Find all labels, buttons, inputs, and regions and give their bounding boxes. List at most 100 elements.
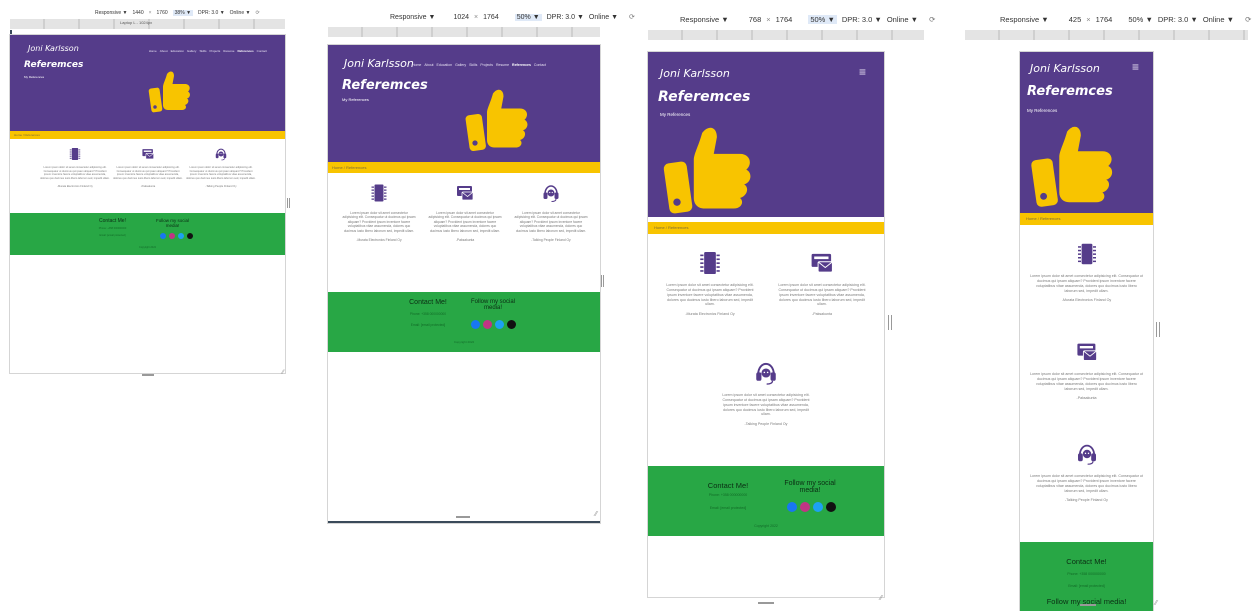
nav-education[interactable]: Education [171, 49, 184, 53]
nav-contact[interactable]: Contact [534, 63, 546, 67]
site-brand[interactable]: Joni Karlsson [344, 57, 414, 70]
facebook-icon[interactable] [787, 502, 797, 512]
chip-icon [697, 250, 723, 276]
github-icon[interactable] [187, 233, 193, 239]
viewport-frame: Joni Karlsson ≡ Referemces My References… [648, 52, 884, 597]
site-brand[interactable]: Joni Karlsson [660, 67, 730, 80]
page-title: Referemces [658, 89, 751, 105]
network-select[interactable]: Online ▼ [230, 10, 251, 16]
reference-card: Lorem ipsum dolor sit amet consectetur a… [720, 360, 812, 426]
nav-projects[interactable]: Projects [480, 63, 493, 67]
reference-text: Lorem ipsum dolor sit amet consectetur a… [514, 211, 588, 233]
bottom-resize-handle[interactable] [758, 602, 774, 604]
bottom-resize-handle[interactable] [142, 374, 154, 376]
twitter-icon[interactable] [178, 233, 184, 239]
width-input[interactable]: 425 [1069, 15, 1082, 24]
dpr-select[interactable]: DPR: 3.0 ▼ [842, 15, 882, 24]
width-input[interactable]: 768 [749, 15, 762, 24]
github-icon[interactable] [826, 502, 836, 512]
resize-corner-icon[interactable]: ⁄⁄ [880, 595, 882, 602]
nav-education[interactable]: Education [437, 63, 453, 67]
resize-corner-icon[interactable]: ⁄⁄ [282, 370, 284, 376]
github-icon[interactable] [507, 320, 516, 329]
facebook-icon[interactable] [160, 233, 166, 239]
media-query-bar[interactable] [328, 27, 600, 37]
nav-home[interactable]: Home [412, 63, 421, 67]
instagram-icon[interactable] [483, 320, 492, 329]
hamburger-menu-icon[interactable]: ≡ [1132, 60, 1139, 74]
reference-name: -Talking People Finland Oy [744, 422, 788, 427]
reference-text: Lorem ipsum dolor sit amet consectetur a… [113, 166, 183, 180]
height-input[interactable]: 1760 [157, 10, 168, 16]
hamburger-menu-icon[interactable]: ≡ [859, 65, 866, 79]
page-subtitle: My References [24, 75, 45, 79]
rotate-icon[interactable]: ⟳ [255, 10, 259, 16]
twitter-icon[interactable] [495, 320, 504, 329]
side-resize-handle[interactable] [1156, 322, 1160, 337]
media-query-bar[interactable] [648, 30, 924, 40]
height-input[interactable]: 1764 [1096, 15, 1113, 24]
copyright: Copyright 2022 [453, 340, 475, 344]
bottom-resize-handle[interactable] [456, 516, 470, 518]
nav-resume[interactable]: Resume [223, 49, 234, 53]
dpr-select[interactable]: DPR: 3.0 ▼ [198, 10, 225, 16]
nav-home[interactable]: Home [149, 49, 157, 53]
instagram-icon[interactable] [169, 233, 175, 239]
media-query-bar[interactable] [965, 30, 1248, 40]
viewport-frame: Joni Karlsson Home About Education Galle… [10, 35, 285, 373]
dpr-select[interactable]: DPR: 3.0 ▼ [547, 14, 584, 21]
device-select[interactable]: Responsive ▼ [95, 10, 127, 16]
device-select[interactable]: Responsive ▼ [1000, 15, 1049, 24]
nav-contact[interactable]: Contact [257, 49, 267, 53]
network-select[interactable]: Online ▼ [1203, 15, 1234, 24]
breadcrumb: Home / References [1020, 213, 1153, 225]
zoom-select[interactable]: 50% ▼ [808, 15, 837, 24]
nav-about[interactable]: About [160, 49, 168, 53]
page-title: Referemces [1027, 84, 1113, 99]
side-resize-handle[interactable] [601, 275, 604, 287]
site-brand[interactable]: Joni Karlsson [28, 44, 79, 53]
devtools-panel-1024: Responsive ▼ 1024 × 1764 50% ▼ DPR: 3.0 … [320, 0, 635, 530]
rotate-icon[interactable]: ⟳ [1245, 15, 1251, 24]
zoom-select[interactable]: 38% ▼ [172, 10, 194, 16]
headset-icon [541, 183, 561, 203]
device-select[interactable]: Responsive ▼ [680, 15, 729, 24]
height-input[interactable]: 1764 [776, 15, 793, 24]
page-subtitle: My References [1027, 108, 1058, 113]
reference-text: Lorem ipsum dolor sit amet consectetur a… [186, 166, 256, 180]
twitter-icon[interactable] [813, 502, 823, 512]
nav-skills[interactable]: Skills [469, 63, 477, 67]
site-header: Joni Karlsson Home About Education Galle… [328, 45, 600, 162]
device-select[interactable]: Responsive ▼ [390, 14, 435, 21]
zoom-select[interactable]: 50% ▼ [514, 13, 542, 21]
resize-corner-icon[interactable]: ⁄⁄ [1155, 600, 1157, 607]
site-brand[interactable]: Joni Karlsson [1030, 62, 1100, 75]
nav-references[interactable]: References [512, 63, 531, 67]
dpr-select[interactable]: DPR: 3.0 ▼ [1158, 15, 1198, 24]
nav-resume[interactable]: Resume [496, 63, 509, 67]
rotate-icon[interactable]: ⟳ [629, 13, 635, 21]
nav-gallery[interactable]: Gallery [187, 49, 197, 53]
nav-about[interactable]: About [424, 63, 433, 67]
facebook-icon[interactable] [471, 320, 480, 329]
site-nav: Home About Education Gallery Skills Proj… [412, 63, 546, 67]
width-input[interactable]: 1024 [453, 14, 469, 21]
resize-corner-icon[interactable]: ⁄⁄ [595, 511, 597, 518]
width-input[interactable]: 1440 [132, 10, 143, 16]
rotate-icon[interactable]: ⟳ [929, 15, 935, 24]
nav-references[interactable]: References [237, 49, 253, 53]
height-input[interactable]: 1764 [483, 14, 499, 21]
nav-projects[interactable]: Projects [209, 49, 220, 53]
reference-text: Lorem ipsum dolor sit amet consectetur a… [40, 166, 110, 180]
nav-skills[interactable]: Skills [199, 49, 206, 53]
side-resize-handle[interactable] [888, 315, 892, 330]
email-text: Email: [email protected] [99, 234, 126, 237]
reference-card: Lorem ipsum dolor sit amet consectetur a… [1030, 340, 1143, 400]
nav-gallery[interactable]: Gallery [455, 63, 466, 67]
network-select[interactable]: Online ▼ [589, 14, 618, 21]
zoom-select[interactable]: 50% ▼ [1128, 15, 1153, 24]
side-resize-handle[interactable] [287, 198, 290, 208]
instagram-icon[interactable] [800, 502, 810, 512]
bottom-resize-handle[interactable] [1080, 604, 1096, 606]
network-select[interactable]: Online ▼ [887, 15, 918, 24]
